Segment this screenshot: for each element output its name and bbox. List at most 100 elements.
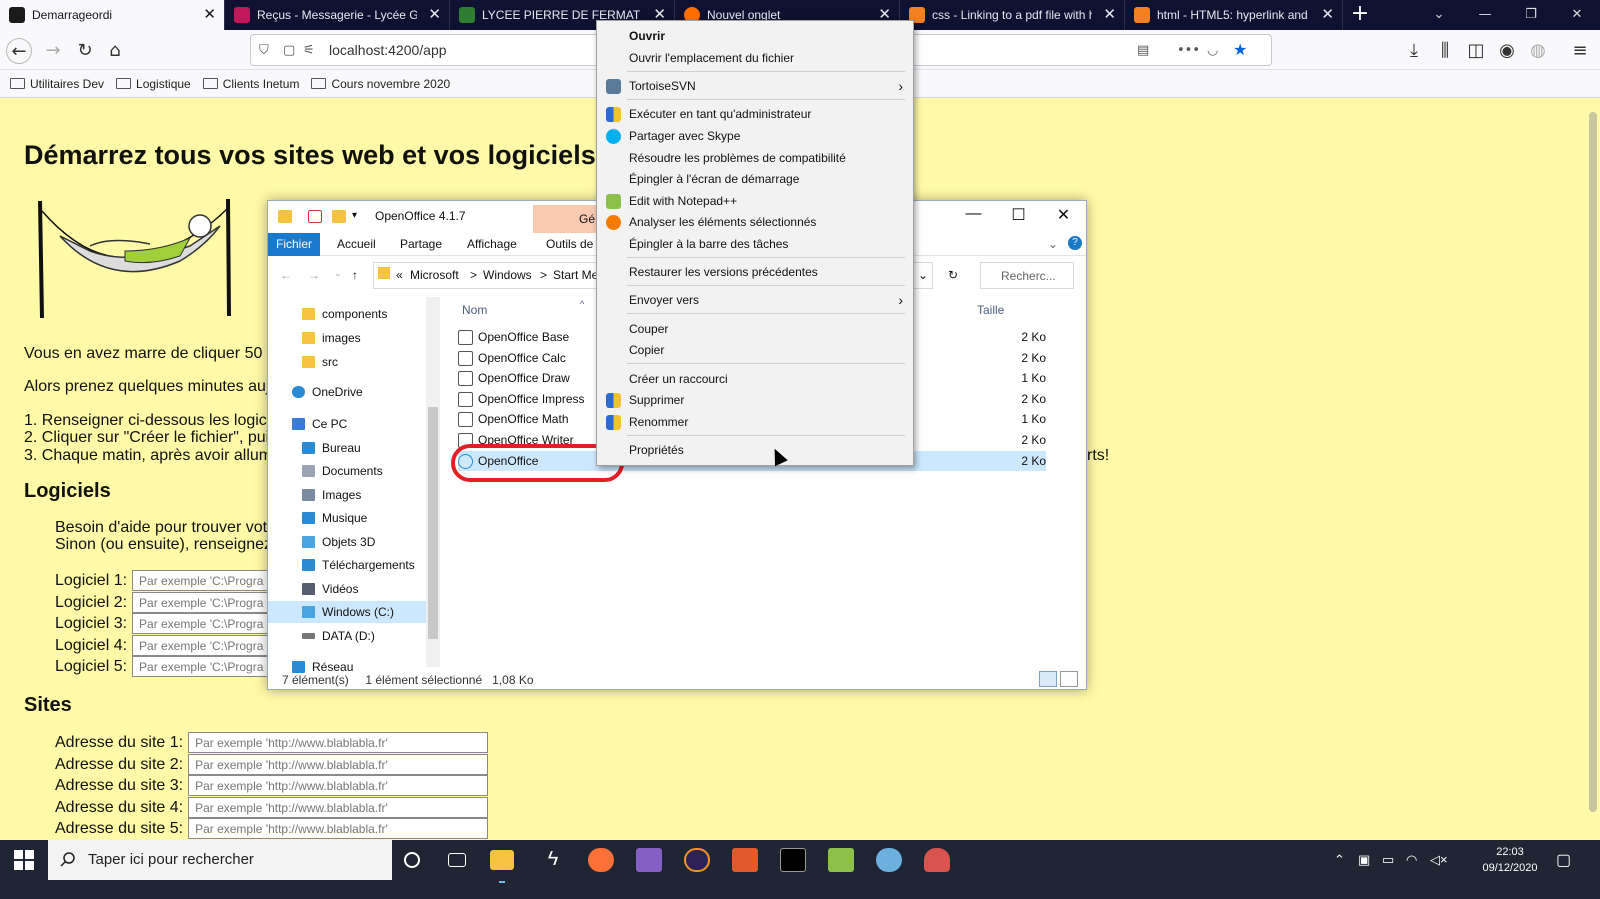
sidebar-icon[interactable]: ◫ [1463, 38, 1489, 64]
close-icon[interactable]: ✕ [1041, 205, 1086, 225]
tiles-view-icon[interactable] [1060, 671, 1078, 687]
account-icon[interactable]: ◉ [1494, 38, 1520, 64]
nav-item-components[interactable]: components [268, 303, 426, 325]
close-tab-icon[interactable]: ✕ [1321, 0, 1334, 30]
tab-messagerie[interactable]: Reçus - Messagerie - Lycée Gén ✕ [225, 0, 450, 30]
column-size[interactable]: Taille [977, 303, 1004, 317]
menu-item-send-to[interactable]: Envoyer vers › [597, 289, 913, 311]
bookmark-folder[interactable]: Logistique [116, 70, 191, 97]
app-red-icon[interactable] [732, 848, 758, 872]
new-folder-icon[interactable] [332, 210, 346, 223]
menu-item-create-shortcut[interactable]: Créer un raccourci [597, 368, 913, 390]
menu-item-notepad[interactable]: Edit with Notepad++ [597, 190, 913, 212]
ribbon-expand-icon[interactable]: ⌄ [1048, 237, 1058, 251]
site-input-1[interactable] [188, 732, 489, 753]
nav-item-bureau[interactable]: Bureau [268, 437, 426, 459]
address-dropdown-icon[interactable]: ⌄ [918, 268, 928, 282]
menu-item-pin-taskbar[interactable]: Épingler à la barre des tâches [597, 233, 913, 255]
menu-icon[interactable]: ≡ [1567, 38, 1593, 64]
extension-icon[interactable]: ◍ [1525, 38, 1551, 64]
terminal-icon[interactable] [780, 848, 806, 872]
nav-item-windows-c[interactable]: Windows (C:) [268, 601, 426, 623]
menu-item-share-skype[interactable]: Partager avec Skype [597, 125, 913, 147]
start-button[interactable] [0, 840, 48, 899]
qat-dropdown-icon[interactable]: ▾ [352, 210, 366, 223]
nav-item-onedrive[interactable]: OneDrive [268, 381, 426, 403]
menu-item-restore-versions[interactable]: Restaurer les versions précédentes [597, 261, 913, 283]
nav-item-src[interactable]: src [268, 351, 426, 373]
page-actions-icon[interactable]: ••• [1177, 43, 1200, 58]
nav-scrollbar[interactable] [426, 297, 440, 667]
tab-demarrageordi[interactable]: Demarrageordi ✕ [0, 0, 225, 30]
forward-icon[interactable]: → [308, 268, 320, 282]
menu-item-analyze[interactable]: Analyser les éléments sélectionnés [597, 211, 913, 233]
tab-fichier[interactable]: Fichier [268, 233, 320, 256]
tab-partage[interactable]: Partage [400, 237, 442, 251]
recent-icon[interactable]: ⌄ [334, 268, 342, 279]
file-explorer-icon[interactable] [490, 850, 514, 870]
battery-icon[interactable]: ▭ [1382, 852, 1394, 868]
column-name[interactable]: Nom [462, 303, 487, 317]
close-tab-icon[interactable]: ✕ [428, 0, 441, 30]
notepad-icon[interactable] [828, 848, 854, 872]
permissions-icon[interactable]: ⚟ [303, 43, 315, 58]
menu-item-properties[interactable]: Propriétés [597, 439, 913, 461]
page-scrollbar[interactable] [1586, 98, 1600, 855]
menu-item-compatibility[interactable]: Résoudre les problèmes de compatibilité [597, 147, 913, 169]
menu-item-ouvrir[interactable]: Ouvrir [597, 25, 913, 47]
home-icon[interactable]: ⌂ [102, 38, 128, 64]
breadcrumb-start-menu[interactable]: Start Me [553, 268, 598, 282]
up-icon[interactable]: ↑ [352, 268, 358, 282]
menu-item-rename[interactable]: Renommer [597, 411, 913, 433]
pocket-icon[interactable]: ◡ [1207, 43, 1218, 58]
breadcrumb-microsoft[interactable]: Microsoft [410, 268, 459, 282]
tab-accueil[interactable]: Accueil [337, 237, 376, 251]
taskbar-search[interactable]: Taper ici pour rechercher [48, 840, 392, 880]
site-input-5[interactable] [188, 818, 489, 839]
nav-item-objets-3d[interactable]: Objets 3D [268, 531, 426, 553]
nav-item-telechargements[interactable]: Téléchargements [268, 554, 426, 576]
menu-item-cut[interactable]: Couper [597, 318, 913, 340]
minimize-icon[interactable]: — [1462, 0, 1508, 30]
volume-muted-icon[interactable]: ◁× [1430, 852, 1448, 868]
shield-icon[interactable]: ⛉ [259, 43, 269, 58]
tab-html5-hyperlink[interactable]: html - HTML5: hyperlink and m ✕ [1125, 0, 1343, 30]
scrollbar-thumb[interactable] [1589, 112, 1597, 812]
menu-item-delete[interactable]: Supprimer [597, 389, 913, 411]
new-tab-button[interactable]: + [1343, 0, 1377, 30]
menu-item-tortoisesvn[interactable]: TortoiseSVN › [597, 75, 913, 97]
taskbar-clock[interactable]: 22:03 09/12/2020 [1480, 844, 1540, 876]
lightning-app-icon[interactable]: ϟ [540, 848, 566, 872]
forward-icon[interactable]: → [40, 38, 66, 64]
nav-item-documents[interactable]: Documents [268, 460, 426, 482]
notifications-icon[interactable]: ▢ [1556, 850, 1571, 870]
reader-view-icon[interactable]: ▤ [1137, 43, 1149, 58]
bookmark-folder[interactable]: Clients Inetum [202, 70, 299, 97]
site-input-4[interactable] [188, 797, 489, 818]
nav-item-videos[interactable]: Vidéos [268, 578, 426, 600]
menu-item-copy[interactable]: Copier [597, 339, 913, 361]
properties-icon[interactable] [308, 210, 322, 223]
details-view-icon[interactable] [1039, 671, 1057, 687]
nav-item-images[interactable]: Images [268, 484, 426, 506]
nav-item-ce-pc[interactable]: Ce PC [268, 413, 426, 435]
menu-item-pin-start[interactable]: Épingler à l'écran de démarrage [597, 168, 913, 190]
refresh-icon[interactable]: ↻ [948, 268, 958, 282]
bookmark-folder[interactable]: Utilitaires Dev [10, 70, 104, 97]
visual-studio-icon[interactable] [636, 848, 662, 872]
tab-outils[interactable]: Outils de [546, 237, 593, 251]
eclipse-icon[interactable] [684, 848, 710, 872]
tab-affichage[interactable]: Affichage [467, 237, 517, 251]
mushroom-app-icon[interactable] [924, 848, 950, 872]
close-tab-icon[interactable]: ✕ [1103, 0, 1116, 30]
task-view-icon[interactable] [448, 853, 466, 867]
library-icon[interactable]: ⫼ [1432, 38, 1458, 64]
site-input-2[interactable] [188, 754, 489, 775]
maximize-icon[interactable]: ❐ [1508, 0, 1554, 30]
bookmark-star-icon[interactable]: ★ [1233, 40, 1247, 59]
back-icon[interactable]: ← [6, 38, 32, 64]
cortana-icon[interactable] [404, 852, 420, 868]
close-tab-icon[interactable]: ✕ [203, 0, 216, 30]
site-input-3[interactable] [188, 775, 489, 796]
nav-item-images-folder[interactable]: images [268, 327, 426, 349]
